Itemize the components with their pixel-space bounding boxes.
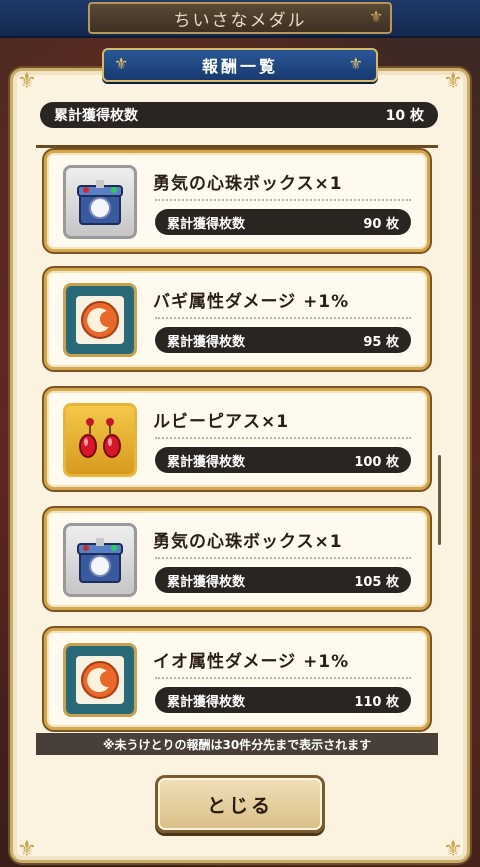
treasure-box-icon — [63, 523, 137, 597]
required-count-value: 100 枚 — [354, 454, 399, 470]
required-count-value: 105 枚 — [354, 574, 399, 590]
divider — [155, 677, 411, 679]
reward-name: イオ属性ダメージ +1% — [153, 652, 350, 672]
reward-name: 勇気の心珠ボックス×1 — [153, 174, 343, 194]
close-button[interactable]: とじる — [155, 775, 325, 833]
corner-ornament-icon: ⚜ — [17, 837, 37, 862]
fleur-icon: ⚜ — [114, 54, 132, 73]
treasure-box-icon — [63, 165, 137, 239]
divider — [155, 199, 411, 201]
note-text: ※未うけとりの報酬は30件分先まで表示されます — [36, 733, 438, 755]
required-count-label: 累計獲得枚数 — [167, 694, 246, 710]
reward-card[interactable]: 勇気の心珠ボックス×1 累計獲得枚数 105 枚 — [44, 508, 430, 610]
required-count-label: 累計獲得枚数 — [167, 574, 246, 590]
required-count-pill: 累計獲得枚数 110 枚 — [155, 687, 411, 713]
panel-title-plate: ⚜ 報酬一覧 ⚜ — [102, 48, 378, 82]
required-count-label: 累計獲得枚数 — [167, 454, 246, 470]
required-count-pill: 累計獲得枚数 95 枚 — [155, 327, 411, 353]
top-bar: ⚜ ちいさなメダル ⚜ — [0, 0, 480, 38]
screen-title: ちいさなメダル — [88, 2, 392, 34]
reward-name: 勇気の心珠ボックス×1 — [153, 532, 343, 552]
corner-ornament-icon: ⚜ — [443, 69, 463, 94]
required-count-label: 累計獲得枚数 — [167, 216, 246, 232]
required-count-pill: 累計獲得枚数 90 枚 — [155, 209, 411, 235]
panel-title: 報酬一覧 — [201, 57, 278, 76]
corner-ornament-icon: ⚜ — [17, 69, 37, 94]
earring-icon — [63, 403, 137, 477]
divider — [155, 317, 411, 319]
reward-card[interactable]: バギ属性ダメージ +1% 累計獲得枚数 95 枚 — [44, 268, 430, 370]
orb-icon — [63, 283, 137, 357]
divider — [155, 437, 411, 439]
reward-card[interactable]: ルビーピアス×1 累計獲得枚数 100 枚 — [44, 388, 430, 490]
reward-card[interactable]: イオ属性ダメージ +1% 累計獲得枚数 110 枚 — [44, 628, 430, 730]
reward-name: バギ属性ダメージ +1% — [153, 292, 350, 312]
required-count-value: 95 枚 — [363, 334, 399, 350]
required-count-label: 累計獲得枚数 — [167, 334, 246, 350]
orb-icon — [63, 643, 137, 717]
divider — [155, 557, 411, 559]
reward-name: ルビーピアス×1 — [153, 412, 290, 432]
reward-list[interactable]: 勇気の心珠ボックス×1 累計獲得枚数 90 枚 バギ属性ダメージ +1% 累計獲… — [36, 145, 438, 735]
fleur-icon: ⚜ — [368, 6, 384, 26]
corner-ornament-icon: ⚜ — [443, 837, 463, 862]
required-count-value: 110 枚 — [354, 694, 399, 710]
total-count-bar: 累計獲得枚数 10 枚 — [40, 102, 438, 128]
total-count-label: 累計獲得枚数 — [54, 108, 138, 124]
total-count-value: 10 枚 — [385, 108, 424, 124]
required-count-pill: 累計獲得枚数 100 枚 — [155, 447, 411, 473]
required-count-value: 90 枚 — [363, 216, 399, 232]
required-count-pill: 累計獲得枚数 105 枚 — [155, 567, 411, 593]
reward-card[interactable]: 勇気の心珠ボックス×1 累計獲得枚数 90 枚 — [44, 150, 430, 252]
scrollbar[interactable] — [438, 455, 441, 545]
fleur-icon: ⚜ — [348, 54, 366, 73]
